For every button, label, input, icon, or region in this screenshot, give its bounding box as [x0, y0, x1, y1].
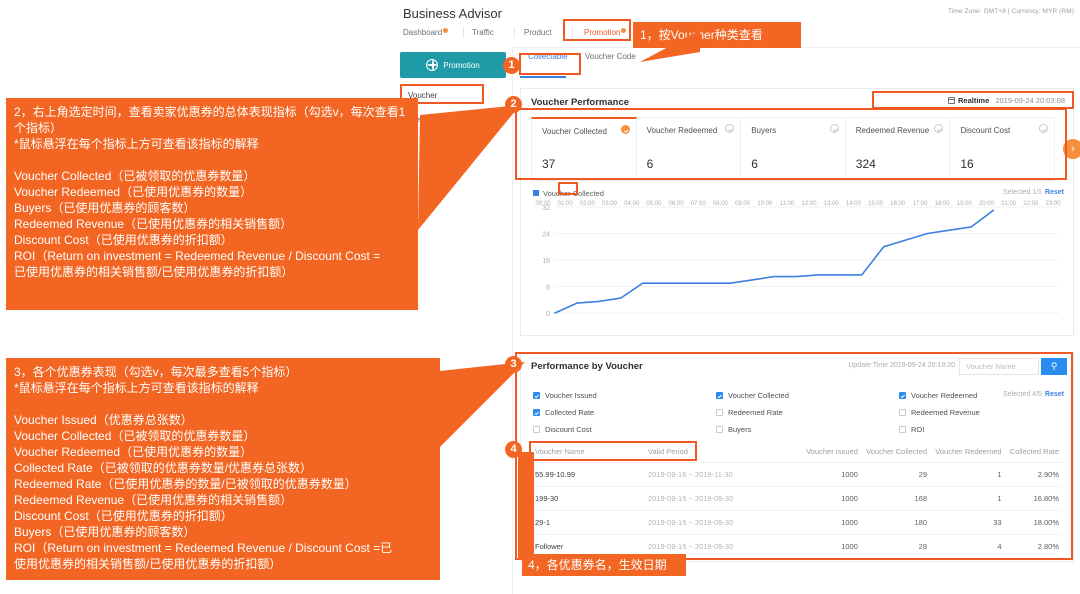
- callout-connectors: [418, 30, 700, 560]
- step-badge-4: 4: [505, 441, 522, 458]
- step-badge-2: 2: [505, 96, 522, 113]
- step-badge-3: 3: [505, 356, 522, 373]
- step-badge-1: 1: [503, 57, 520, 74]
